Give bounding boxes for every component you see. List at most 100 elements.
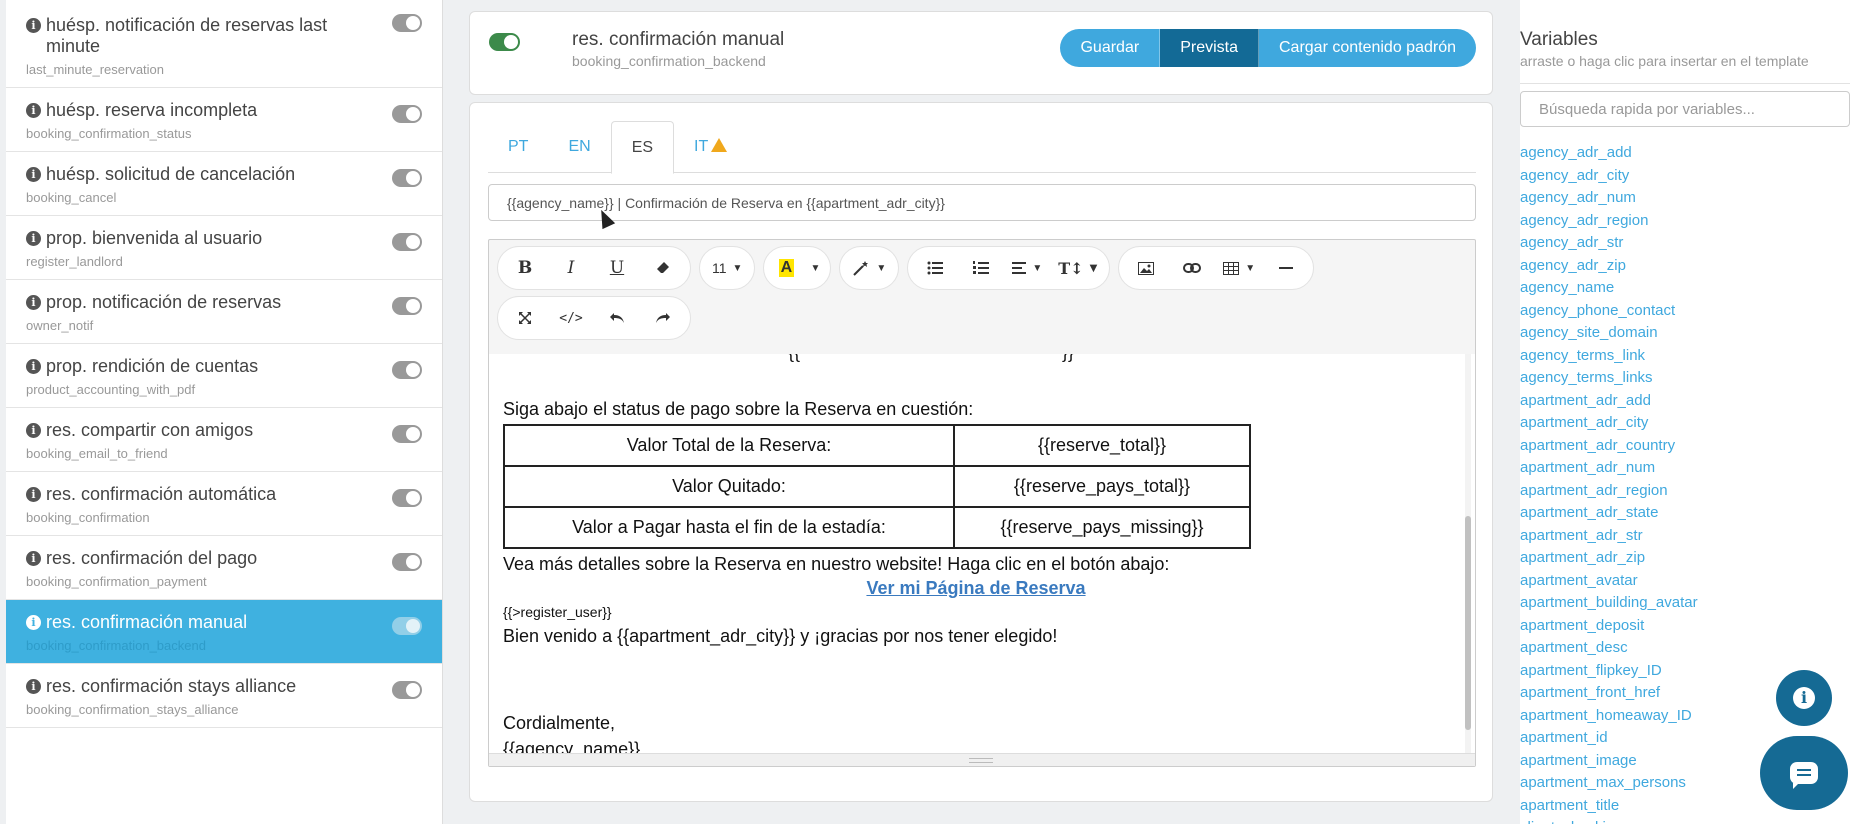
variable-item[interactable]: apartment_avatar xyxy=(1520,570,1698,593)
variable-search-input[interactable] xyxy=(1520,91,1850,127)
variable-item[interactable]: apartment_adr_city xyxy=(1520,412,1698,435)
variable-item[interactable]: apartment_image xyxy=(1520,750,1698,773)
info-icon: i xyxy=(26,231,41,246)
sidebar-template-item[interactable]: i res. confirmación automática booking_con… xyxy=(6,472,442,536)
variable-item[interactable]: apartment_adr_state xyxy=(1520,502,1698,525)
template-toggle[interactable] xyxy=(392,361,422,379)
undo-icon[interactable] xyxy=(594,296,640,340)
bullet-list-icon[interactable] xyxy=(912,246,958,290)
sidebar-template-item[interactable]: i res. confirmación stays alliance booking… xyxy=(6,664,442,728)
variable-item[interactable]: apartment_id xyxy=(1520,727,1698,750)
variable-item[interactable]: agency_terms_links xyxy=(1520,367,1698,390)
sidebar-template-item[interactable]: i prop. notificación de reservas owner_not… xyxy=(6,280,442,344)
template-item-key: booking_confirmation_stays_alliance xyxy=(26,702,239,717)
table-row: Valor Quitado: {{reserve_pays_total}} xyxy=(503,465,1251,508)
template-name: res. confirmación manual xyxy=(572,29,785,50)
magic-wand-icon[interactable]: ▼ xyxy=(844,246,894,290)
variable-item[interactable]: apartment_flipkey_ID xyxy=(1520,660,1698,683)
variable-item[interactable]: apartment_adr_region xyxy=(1520,480,1698,503)
variable-item[interactable]: apartment_adr_num xyxy=(1520,457,1698,480)
variable-item[interactable]: apartment_front_href xyxy=(1520,682,1698,705)
sidebar-template-item[interactable]: i huésp. reserva incompleta booking_confir… xyxy=(6,88,442,152)
variable-item[interactable]: agency_adr_region xyxy=(1520,210,1698,233)
italic-icon[interactable]: I xyxy=(548,246,594,290)
variable-item[interactable]: agency_adr_city xyxy=(1520,165,1698,188)
sidebar-template-item[interactable]: i prop. bienvenida al usuario register_lan… xyxy=(6,216,442,280)
sidebar-template-item[interactable]: i res. confirmación del pago booking_confi… xyxy=(6,536,442,600)
editor-scrollbar[interactable] xyxy=(1465,354,1471,753)
template-toggle[interactable] xyxy=(392,14,422,32)
variable-item[interactable]: agency_site_domain xyxy=(1520,322,1698,345)
template-toggle[interactable] xyxy=(392,617,422,635)
booking-page-link[interactable]: Ver mi Página de Reserva xyxy=(489,578,1463,599)
tab-en[interactable]: EN xyxy=(548,121,610,173)
code-view-icon[interactable]: </> xyxy=(548,296,594,340)
variable-item[interactable]: apartment_building_avatar xyxy=(1520,592,1698,615)
variable-item[interactable]: apartment_adr_zip xyxy=(1520,547,1698,570)
variable-item[interactable]: apartment_adr_add xyxy=(1520,390,1698,413)
image-icon[interactable] xyxy=(1123,246,1169,290)
template-toggle[interactable] xyxy=(392,681,422,699)
eraser-icon[interactable] xyxy=(640,246,686,290)
tab-pt[interactable]: PT xyxy=(488,121,548,173)
line-height-icon[interactable]: T↕ ▼ xyxy=(1050,246,1105,290)
info-fab-button[interactable]: i xyxy=(1776,670,1832,726)
template-item-title: i res. confirmación manual xyxy=(26,612,362,633)
editor-content[interactable]: —————— —————— ——— {{——— ———————— ———}} S… xyxy=(489,354,1475,753)
template-toggle[interactable] xyxy=(392,297,422,315)
variable-item[interactable]: client_checkin xyxy=(1520,817,1698,824)
template-toggle[interactable] xyxy=(392,233,422,251)
template-toggle[interactable] xyxy=(392,489,422,507)
numbered-list-icon[interactable] xyxy=(958,246,1004,290)
tab-it[interactable]: IT xyxy=(674,121,747,173)
variable-item[interactable]: apartment_adr_country xyxy=(1520,435,1698,458)
fullscreen-icon[interactable] xyxy=(502,296,548,340)
editor-resize-bar[interactable] xyxy=(489,753,1475,766)
sidebar-template-item[interactable]: i prop. rendición de cuentas product_accou… xyxy=(6,344,442,408)
variable-item[interactable]: agency_terms_link xyxy=(1520,345,1698,368)
sidebar-template-item[interactable]: i res. confirmación manual booking_confirm… xyxy=(6,600,442,664)
variable-item[interactable]: agency_adr_str xyxy=(1520,232,1698,255)
align-icon[interactable]: ▼ xyxy=(1004,246,1050,290)
variable-item[interactable]: apartment_homeaway_ID xyxy=(1520,705,1698,728)
redo-icon[interactable] xyxy=(640,296,686,340)
template-toggle[interactable] xyxy=(392,553,422,571)
variable-item[interactable]: agency_adr_zip xyxy=(1520,255,1698,278)
preview-button[interactable]: Prevista xyxy=(1160,29,1259,67)
template-item-label: huésp. solicitud de cancelación xyxy=(46,164,296,184)
save-button[interactable]: Guardar xyxy=(1060,29,1161,67)
horizontal-rule-icon[interactable] xyxy=(1263,246,1309,290)
variable-item[interactable]: agency_phone_contact xyxy=(1520,300,1698,323)
variable-item[interactable]: agency_name xyxy=(1520,277,1698,300)
variable-item[interactable]: agency_adr_add xyxy=(1520,142,1698,165)
sidebar-template-item[interactable]: i huésp. notificación de reservas last mi… xyxy=(6,0,442,88)
scrollbar-thumb[interactable] xyxy=(1465,516,1471,730)
variable-item[interactable]: apartment_adr_str xyxy=(1520,525,1698,548)
font-size-group: 11 ▼ xyxy=(699,246,756,290)
variable-item[interactable]: apartment_desc xyxy=(1520,637,1698,660)
link-icon[interactable] xyxy=(1169,246,1215,290)
table-icon[interactable]: ▼ xyxy=(1215,246,1263,290)
variable-item[interactable]: agency_adr_num xyxy=(1520,187,1698,210)
tab-es[interactable]: ES xyxy=(610,121,675,174)
variable-item[interactable]: apartment_title xyxy=(1520,795,1698,818)
variable-item[interactable]: apartment_deposit xyxy=(1520,615,1698,638)
sidebar-template-item[interactable]: i res. compartir con amigos booking_email_… xyxy=(6,408,442,472)
bold-icon[interactable]: B xyxy=(502,246,548,290)
template-item-label: prop. notificación de reservas xyxy=(46,292,282,312)
subject-input[interactable] xyxy=(488,184,1476,221)
template-toggle[interactable] xyxy=(392,105,422,123)
underline-icon[interactable]: U xyxy=(594,246,640,290)
template-toggle[interactable] xyxy=(392,425,422,443)
template-enabled-toggle[interactable] xyxy=(489,33,520,51)
sidebar-template-item[interactable]: i huésp. solicitud de cancelación booking_… xyxy=(6,152,442,216)
font-size-dropdown[interactable]: 11 ▼ xyxy=(704,246,750,290)
color-dropdown[interactable]: ▼ xyxy=(804,246,826,290)
template-toggle[interactable] xyxy=(392,169,422,187)
variable-item[interactable]: apartment_max_persons xyxy=(1520,772,1698,795)
info-icon: i xyxy=(26,615,41,630)
color-group: A ▼ xyxy=(763,246,832,290)
load-default-button[interactable]: Cargar contenido padrón xyxy=(1258,29,1476,67)
highlight-icon[interactable]: A xyxy=(768,246,804,290)
chat-fab-button[interactable] xyxy=(1760,736,1848,810)
